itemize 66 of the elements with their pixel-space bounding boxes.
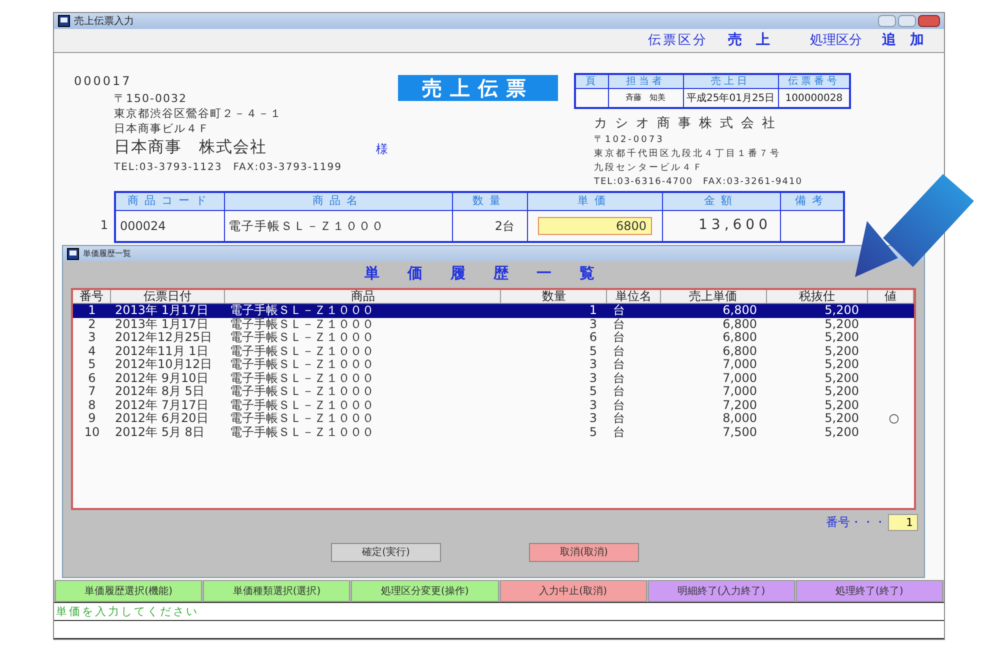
- company-name: カシオ商事株式会社: [594, 115, 784, 133]
- history-row[interactable]: 3 2012年12月25日 電子手帳ＳＬ－Ｚ１０００ 6 台 6,800 5,200: [73, 331, 914, 344]
- function-key[interactable]: 単価履歴選択(機能): [55, 580, 202, 602]
- process-type-value: 追 加: [882, 31, 924, 50]
- history-row[interactable]: 9 2012年 6月20日 電子手帳ＳＬ－Ｚ１０００ 3 台 8,000 5,200 ○: [73, 412, 914, 426]
- table-header: 商品コード: [115, 192, 224, 210]
- window-title: 売上伝票入力: [74, 14, 134, 28]
- status-bar: 単価を入力してください: [54, 602, 944, 621]
- number-label: 番号・・・: [826, 514, 886, 531]
- table-header: 売上日: [683, 74, 778, 88]
- dialog-button[interactable]: 確定(実行): [331, 543, 441, 562]
- column-header[interactable]: 伝票日付: [110, 290, 226, 303]
- history-row[interactable]: 7 2012年 8月 5日 電子手帳ＳＬ－Ｚ１０００ 5 台 7,000 5,200: [73, 385, 914, 398]
- table-header: 数量: [452, 192, 527, 210]
- customer-name: 日本商事 株式会社: [114, 136, 268, 158]
- column-header[interactable]: 商品: [225, 290, 502, 303]
- dialog-title: 単価履歴一覧: [83, 248, 131, 260]
- table-header: 単価: [527, 192, 662, 210]
- slip-type-label: 伝票区分: [648, 32, 708, 50]
- close-button[interactable]: [918, 15, 940, 27]
- customer-phone-fax: TEL:03-3793-1123 FAX:03-3793-1199: [114, 161, 343, 175]
- minimize-button[interactable]: [878, 15, 896, 27]
- slip-title: 売上伝票: [398, 75, 558, 101]
- history-row[interactable]: 8 2012年 7月17日 電子手帳ＳＬ－Ｚ１０００ 3 台 7,200 5,200: [73, 398, 914, 412]
- function-key[interactable]: 処理区分変更(操作): [351, 580, 498, 602]
- dialog-button[interactable]: 取消(取消): [529, 543, 639, 562]
- table-header: 商品名: [224, 192, 452, 210]
- app-icon: [67, 248, 79, 260]
- customer-building: 日本商事ビル４Ｆ: [114, 121, 211, 136]
- dialog-heading: 単価履歴一覧: [364, 262, 622, 284]
- table-header: 金額: [662, 192, 780, 210]
- history-row[interactable]: 1 2013年 1月17日 電子手帳ＳＬ－Ｚ１０００ 1 台 6,800 5,200: [73, 304, 914, 318]
- maximize-button[interactable]: [898, 15, 916, 27]
- customer-address: 東京都渋谷区鶯谷町２－４－１: [114, 106, 283, 121]
- history-row[interactable]: 4 2012年11月 1日 電子手帳ＳＬ－Ｚ１０００ 5 台 6,800 5,200: [73, 344, 914, 358]
- table-header: 備考: [780, 192, 844, 210]
- function-key[interactable]: 明細終了(入力終了): [648, 580, 795, 602]
- column-header[interactable]: 単位名: [607, 290, 661, 303]
- column-header[interactable]: 値: [868, 290, 914, 303]
- company-address: 東京都千代田区九段北４丁目１番７号: [594, 148, 782, 161]
- company-phone-fax: TEL:03-6316-4700 FAX:03-3261-9410: [594, 176, 804, 189]
- unit-price-input[interactable]: 6800: [538, 216, 652, 235]
- function-key[interactable]: 処理終了(終了): [796, 580, 943, 602]
- function-key[interactable]: 入力中止(取消): [500, 580, 647, 602]
- column-header[interactable]: 数量: [501, 290, 608, 303]
- honorific: 様: [376, 141, 389, 158]
- slip-type-value: 売 上: [728, 31, 770, 50]
- history-row[interactable]: 6 2012年 9月10日 電子手帳ＳＬ－Ｚ１０００ 3 台 7,000 5,200: [73, 372, 914, 385]
- history-row[interactable]: 5 2012年10月12日 電子手帳ＳＬ－Ｚ１０００ 3 台 7,000 5,200: [73, 358, 914, 372]
- table-header: 担当者: [608, 74, 683, 88]
- company-building: 九段センタービル４Ｆ: [594, 162, 705, 175]
- app-icon: [58, 15, 70, 27]
- history-row[interactable]: 2 2013年 1月17日 電子手帳ＳＬ－Ｚ１０００ 3 台 6,800 5,200: [73, 318, 914, 331]
- customer-postal-code: 〒150-0032: [114, 91, 188, 106]
- column-header[interactable]: 番号: [73, 290, 111, 303]
- function-key[interactable]: 単価種類選択(選択): [203, 580, 350, 602]
- history-row[interactable]: 10 2012年 5月 8日 電子手帳ＳＬ－Ｚ１０００ 5 台 7,500 5,200: [73, 426, 914, 439]
- table-header: 伝票番号: [778, 74, 850, 88]
- number-input[interactable]: 1: [888, 514, 918, 530]
- company-postal-code: 〒102-0073: [594, 134, 666, 147]
- slip-number: 000017: [74, 73, 133, 89]
- column-header[interactable]: 売上単価: [660, 290, 767, 303]
- line-number: 1: [99, 217, 109, 234]
- column-header[interactable]: 税抜仕: [766, 290, 868, 303]
- process-type-label: 処理区分: [810, 32, 862, 50]
- table-header: 頁: [575, 74, 608, 88]
